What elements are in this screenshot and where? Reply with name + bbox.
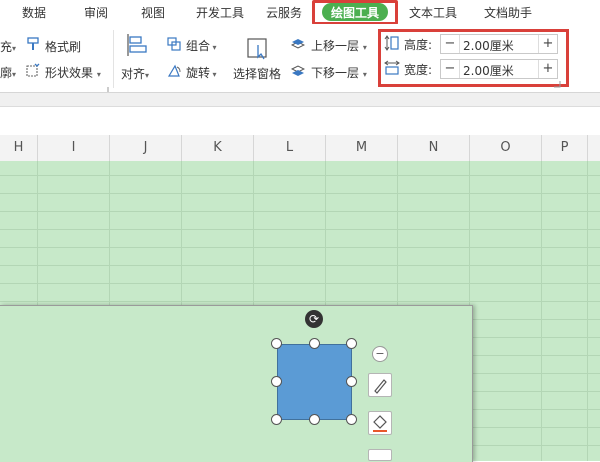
ribbon-bottom-strip — [0, 92, 600, 106]
menu-developer[interactable]: 开发工具 — [196, 4, 244, 21]
collapse-toolbar-button[interactable]: − — [372, 346, 388, 362]
formula-bar[interactable] — [0, 106, 600, 136]
shape-fill-button[interactable] — [368, 411, 392, 435]
width-decrement-button[interactable]: − — [441, 60, 460, 78]
width-field[interactable]: − 2.00厘米 + — [440, 59, 558, 79]
column-header-k[interactable]: K — [182, 135, 254, 161]
resize-handle-left[interactable] — [271, 376, 282, 387]
shape-style-button[interactable] — [368, 373, 392, 397]
column-header-p[interactable]: P — [542, 135, 588, 161]
column-header-n[interactable]: N — [398, 135, 470, 161]
send-backward-icon — [291, 65, 305, 76]
format-painter-icon — [27, 37, 39, 50]
grid-line — [0, 283, 600, 284]
menu-bar: 数据 审阅 视图 开发工具 云服务 文本工具 文档助手 — [0, 0, 600, 24]
menu-review[interactable]: 审阅 — [84, 4, 108, 21]
width-label: 宽度: — [404, 63, 433, 77]
selected-shape[interactable] — [277, 344, 352, 420]
grid-line — [0, 247, 600, 248]
grid-line — [0, 265, 600, 266]
column-header-m[interactable]: M — [326, 135, 398, 161]
menu-text-tools[interactable]: 文本工具 — [409, 4, 457, 21]
group-button[interactable]: 组合 ▾ — [186, 37, 217, 54]
size-dialog-launcher-icon[interactable] — [553, 80, 561, 88]
rotate-handle-icon[interactable]: ⟳ — [305, 310, 323, 328]
column-header-row: H I J K L M N O P — [0, 135, 600, 162]
bring-forward-button[interactable]: 上移一层 ▾ — [311, 37, 367, 54]
shape-effects-icon — [26, 63, 40, 77]
height-increment-button[interactable]: + — [538, 35, 557, 53]
height-input[interactable]: 2.00厘米 — [463, 37, 514, 54]
width-increment-button[interactable]: + — [538, 60, 557, 78]
column-header-h[interactable]: H — [0, 135, 38, 161]
resize-handle-bottom[interactable] — [309, 414, 320, 425]
shape-effects-button[interactable]: 形状效果 ▾ — [45, 64, 101, 81]
grid-line — [0, 301, 600, 302]
group-icon — [167, 37, 181, 51]
resize-handle-top-right[interactable] — [346, 338, 357, 349]
outline-label-partial[interactable]: 廓▾ — [0, 64, 16, 81]
grid-line — [0, 193, 600, 194]
bring-forward-icon — [291, 39, 305, 49]
width-input[interactable]: 2.00厘米 — [463, 62, 514, 79]
paint-bucket-icon — [373, 415, 387, 432]
brush-icon — [374, 379, 387, 394]
height-label: 高度: — [404, 38, 433, 52]
menu-doc-assistant[interactable]: 文档助手 — [484, 4, 532, 21]
align-icon — [127, 34, 147, 56]
grid-line — [587, 161, 588, 461]
resize-handle-bottom-right[interactable] — [346, 414, 357, 425]
grid-line — [0, 211, 600, 212]
column-header-o[interactable]: O — [470, 135, 542, 161]
selection-pane-icon — [247, 38, 267, 60]
height-field[interactable]: − 2.00厘米 + — [440, 34, 558, 54]
shape-outline-button[interactable] — [368, 449, 392, 461]
column-header-j[interactable]: J — [110, 135, 182, 161]
resize-handle-top-left[interactable] — [271, 338, 282, 349]
menu-data[interactable]: 数据 — [22, 4, 46, 21]
grid-line — [0, 175, 600, 176]
format-painter-button[interactable]: 格式刷 — [45, 38, 81, 55]
fill-label-partial[interactable]: 充▾ — [0, 38, 16, 55]
rotate-icon — [167, 64, 181, 77]
grid-line — [541, 161, 542, 461]
tab-drawing-tools-label: 绘图工具 — [330, 6, 379, 20]
drawing-canvas[interactable] — [0, 305, 473, 462]
rotate-button[interactable]: 旋转 ▾ — [186, 64, 217, 81]
selection-pane-button[interactable]: 选择窗格 — [233, 65, 281, 82]
column-header-l[interactable]: L — [254, 135, 326, 161]
column-header-i[interactable]: I — [38, 135, 110, 161]
send-backward-button[interactable]: 下移一层 ▾ — [311, 64, 367, 81]
width-icon — [384, 60, 400, 75]
menu-view[interactable]: 视图 — [141, 4, 165, 21]
menu-cloud[interactable]: 云服务 — [266, 4, 302, 21]
align-button[interactable]: 对齐▾ — [121, 65, 149, 82]
resize-handle-right[interactable] — [346, 376, 357, 387]
height-decrement-button[interactable]: − — [441, 35, 460, 53]
height-icon — [384, 35, 399, 51]
grid-line — [0, 229, 600, 230]
resize-handle-bottom-left[interactable] — [271, 414, 282, 425]
group-separator — [113, 30, 114, 88]
resize-handle-top[interactable] — [309, 338, 320, 349]
